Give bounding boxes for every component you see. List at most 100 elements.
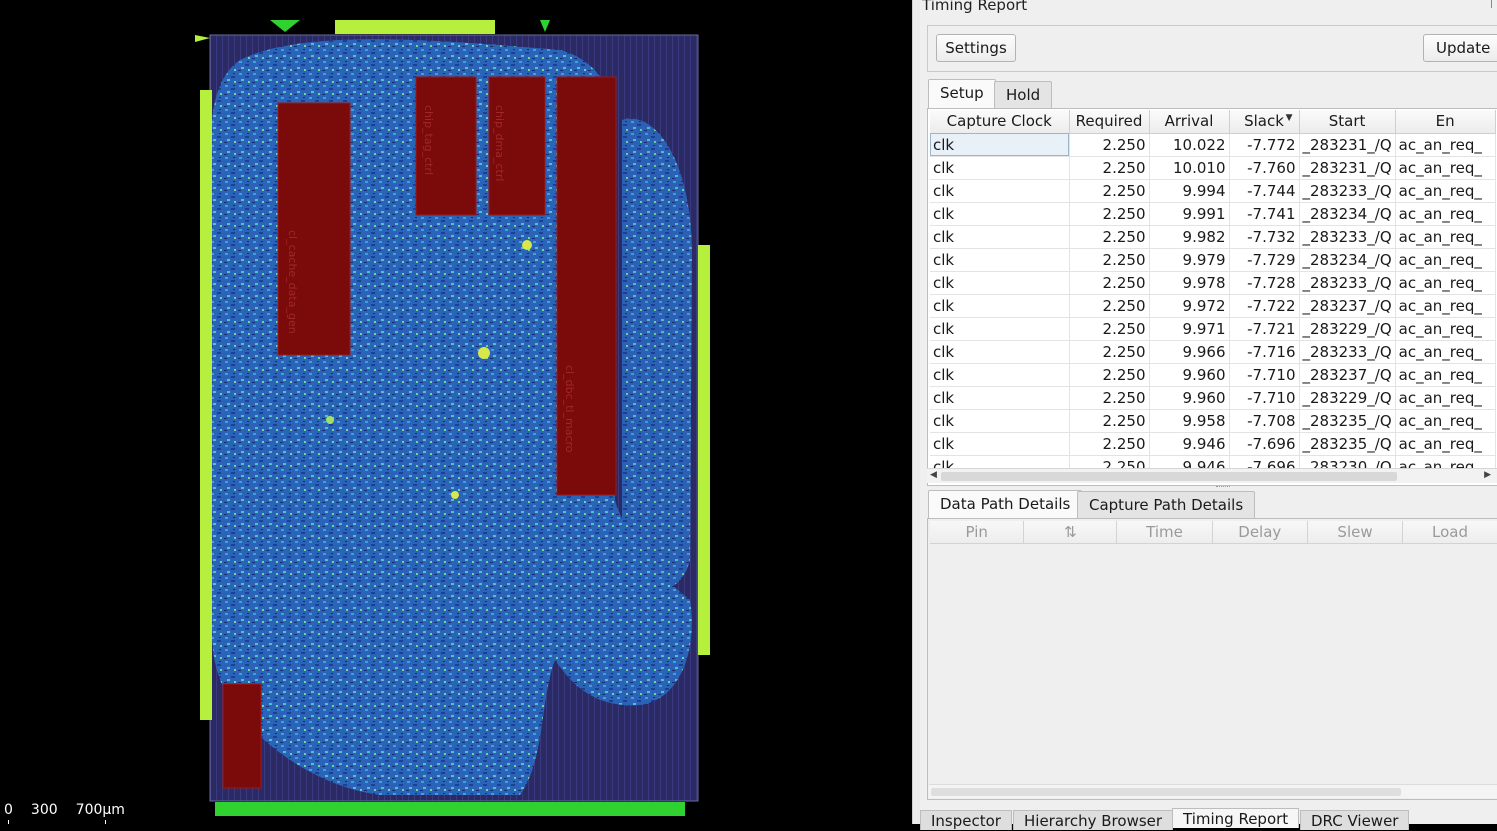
cell-arrival[interactable]: 9.958	[1149, 409, 1230, 433]
cell-arrival[interactable]: 9.982	[1149, 225, 1230, 249]
cell-capture-clock[interactable]: clk	[930, 202, 1070, 226]
cell-slack[interactable]: -7.728	[1229, 271, 1300, 295]
cell-required[interactable]: 2.250	[1069, 179, 1150, 203]
table-row[interactable]: clk 2.250 9.971 -7.721 _283229_/Q ac_an_req_	[930, 317, 1496, 341]
cell-capture-clock[interactable]: clk	[930, 179, 1070, 203]
tab-capture-path-details[interactable]: Capture Path Details	[1077, 491, 1256, 519]
cell-arrival[interactable]: 9.960	[1149, 363, 1230, 387]
cell-arrival[interactable]: 9.978	[1149, 271, 1230, 295]
layout-view[interactable]: cl_cache_data_gen chip_tag_ctrl chip_dma…	[0, 0, 912, 824]
cell-required[interactable]: 2.250	[1069, 317, 1150, 341]
tab-data-path-details[interactable]: Data Path Details	[928, 490, 1083, 520]
table-row[interactable]: clk 2.250 9.972 -7.722 _283237_/Q ac_an_req_	[930, 294, 1496, 318]
cell-capture-clock[interactable]: clk	[930, 432, 1070, 456]
details-horizontal-scrollbar[interactable]	[929, 784, 1497, 798]
column-header-capture-clock[interactable]: Capture Clock	[930, 110, 1070, 134]
cell-start[interactable]: _283229_/Q	[1299, 317, 1396, 341]
cell-capture-clock[interactable]: clk	[930, 156, 1070, 180]
table-row[interactable]: clk 2.250 9.991 -7.741 _283234_/Q ac_an_req_	[930, 202, 1496, 226]
cell-end[interactable]: ac_an_req_	[1395, 317, 1496, 341]
cell-slack[interactable]: -7.710	[1229, 363, 1300, 387]
cell-capture-clock[interactable]: clk	[930, 409, 1070, 433]
column-header-time[interactable]: Time	[1116, 521, 1213, 544]
column-header-slew[interactable]: Slew	[1307, 521, 1403, 544]
column-header-slack[interactable]: Slack ▼	[1229, 110, 1300, 134]
cell-arrival[interactable]: 9.972	[1149, 294, 1230, 318]
cell-arrival[interactable]: 9.979	[1149, 248, 1230, 272]
cell-end[interactable]: ac_an_req_	[1395, 202, 1496, 226]
cell-end[interactable]: ac_an_req_	[1395, 248, 1496, 272]
bottom-tab-hierarchy-browser[interactable]: Hierarchy Browser	[1013, 810, 1174, 830]
table-row[interactable]: clk 2.250 10.022 -7.772 _283231_/Q ac_an_req_	[930, 133, 1496, 157]
cell-start[interactable]: _283235_/Q	[1299, 432, 1396, 456]
cell-start[interactable]: _283233_/Q	[1299, 271, 1396, 295]
scroll-right-icon[interactable]: ▶	[1484, 470, 1491, 480]
bottom-tab-drc-viewer[interactable]: DRC Viewer	[1300, 810, 1410, 830]
cell-arrival[interactable]: 9.960	[1149, 386, 1230, 410]
cell-start[interactable]: _283234_/Q	[1299, 248, 1396, 272]
update-button[interactable]: Update	[1423, 34, 1497, 62]
table-row[interactable]: clk 2.250 9.946 -7.696 _283235_/Q ac_an_req_	[930, 432, 1496, 456]
cell-slack[interactable]: -7.760	[1229, 156, 1300, 180]
cell-required[interactable]: 2.250	[1069, 363, 1150, 387]
cell-end[interactable]: ac_an_req_	[1395, 432, 1496, 456]
cell-slack[interactable]: -7.722	[1229, 294, 1300, 318]
cell-start[interactable]: _283235_/Q	[1299, 409, 1396, 433]
cell-end[interactable]: ac_an_req_	[1395, 133, 1496, 157]
cell-required[interactable]: 2.250	[1069, 225, 1150, 249]
path-details-table[interactable]: Pin ⇅ Time Delay Slew Load	[927, 518, 1497, 800]
cell-required[interactable]: 2.250	[1069, 271, 1150, 295]
table-row[interactable]: clk 2.250 9.979 -7.729 _283234_/Q ac_an_req_	[930, 248, 1496, 272]
column-header-required[interactable]: Required	[1069, 110, 1150, 134]
cell-required[interactable]: 2.250	[1069, 340, 1150, 364]
bottom-tab-timing-report[interactable]: Timing Report	[1172, 808, 1300, 828]
cell-slack[interactable]: -7.732	[1229, 225, 1300, 249]
table-row[interactable]: clk 2.250 9.960 -7.710 _283237_/Q ac_an_req_	[930, 363, 1496, 387]
cell-start[interactable]: _283233_/Q	[1299, 340, 1396, 364]
cell-required[interactable]: 2.250	[1069, 156, 1150, 180]
timing-paths-table[interactable]: Capture Clock Required Arrival Slack ▼ St…	[927, 108, 1497, 486]
cell-start[interactable]: _283234_/Q	[1299, 202, 1396, 226]
cell-capture-clock[interactable]: clk	[930, 133, 1070, 157]
cell-slack[interactable]: -7.721	[1229, 317, 1300, 341]
cell-end[interactable]: ac_an_req_	[1395, 386, 1496, 410]
cell-capture-clock[interactable]: clk	[930, 225, 1070, 249]
cell-start[interactable]: _283229_/Q	[1299, 386, 1396, 410]
tab-setup[interactable]: Setup	[928, 79, 996, 109]
table-row[interactable]: clk 2.250 9.978 -7.728 _283233_/Q ac_an_req_	[930, 271, 1496, 295]
cell-slack[interactable]: -7.708	[1229, 409, 1300, 433]
cell-slack[interactable]: -7.729	[1229, 248, 1300, 272]
cell-start[interactable]: _283231_/Q	[1299, 156, 1396, 180]
cell-slack[interactable]: -7.710	[1229, 386, 1300, 410]
cell-capture-clock[interactable]: clk	[930, 340, 1070, 364]
column-header-arrival[interactable]: Arrival	[1149, 110, 1230, 134]
layout-canvas[interactable]: cl_cache_data_gen chip_tag_ctrl chip_dma…	[0, 0, 912, 824]
cell-required[interactable]: 2.250	[1069, 294, 1150, 318]
cell-required[interactable]: 2.250	[1069, 133, 1150, 157]
column-header-delay[interactable]: Delay	[1212, 521, 1309, 544]
column-header-pin[interactable]: Pin	[930, 521, 1025, 544]
cell-required[interactable]: 2.250	[1069, 409, 1150, 433]
sort-icon[interactable]: ⇅	[1023, 521, 1118, 544]
cell-required[interactable]: 2.250	[1069, 202, 1150, 226]
cell-start[interactable]: _283233_/Q	[1299, 179, 1396, 203]
table-row[interactable]: clk 2.250 10.010 -7.760 _283231_/Q ac_an_req_	[930, 156, 1496, 180]
cell-slack[interactable]: -7.741	[1229, 202, 1300, 226]
cell-capture-clock[interactable]: clk	[930, 317, 1070, 341]
cell-start[interactable]: _283233_/Q	[1299, 225, 1396, 249]
scrollbar-thumb[interactable]	[931, 788, 1401, 796]
tab-hold[interactable]: Hold	[994, 81, 1053, 109]
cell-end[interactable]: ac_an_req_	[1395, 271, 1496, 295]
cell-start[interactable]: _283231_/Q	[1299, 133, 1396, 157]
cell-start[interactable]: _283237_/Q	[1299, 294, 1396, 318]
cell-capture-clock[interactable]: clk	[930, 363, 1070, 387]
table-row[interactable]: clk 2.250 9.994 -7.744 _283233_/Q ac_an_req_	[930, 179, 1496, 203]
cell-capture-clock[interactable]: clk	[930, 386, 1070, 410]
cell-slack[interactable]: -7.716	[1229, 340, 1300, 364]
cell-end[interactable]: ac_an_req_	[1395, 363, 1496, 387]
cell-end[interactable]: ac_an_req_	[1395, 340, 1496, 364]
cell-required[interactable]: 2.250	[1069, 386, 1150, 410]
table-row[interactable]: clk 2.250 9.960 -7.710 _283229_/Q ac_an_req_	[930, 386, 1496, 410]
close-icon[interactable]	[1491, 0, 1497, 8]
cell-required[interactable]: 2.250	[1069, 248, 1150, 272]
